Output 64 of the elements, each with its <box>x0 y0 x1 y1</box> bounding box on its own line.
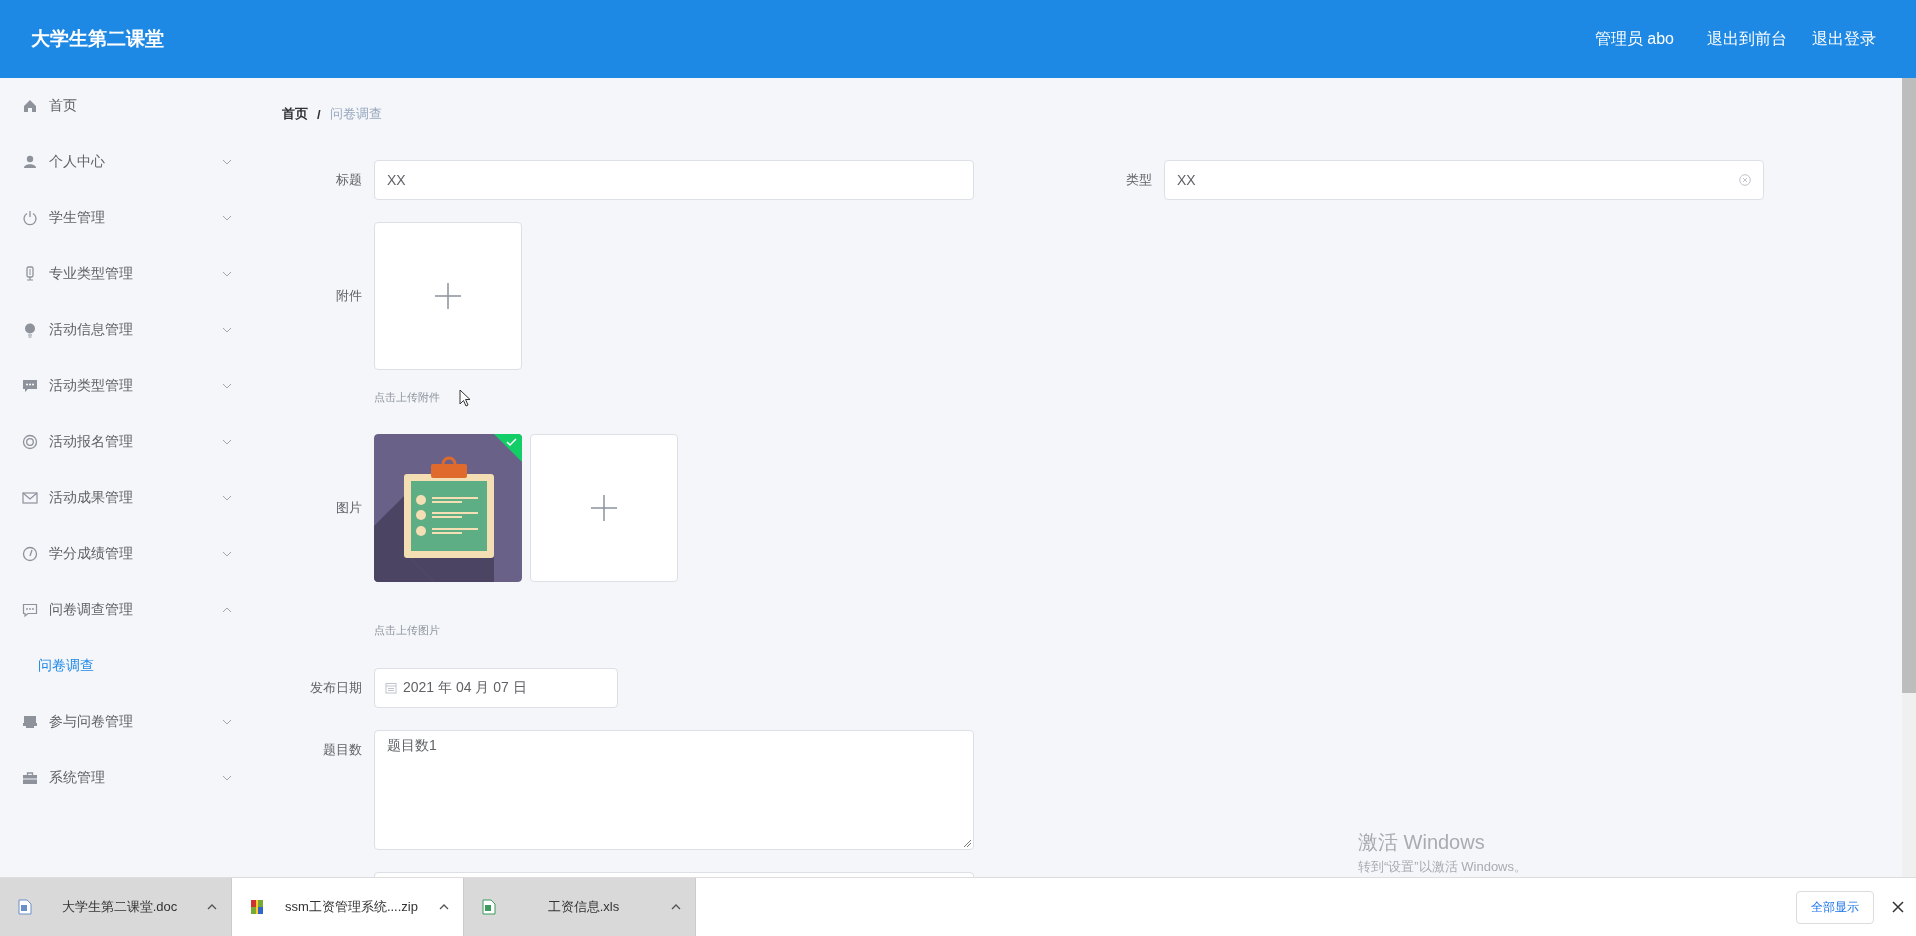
download-item[interactable]: 工资信息.xls <box>464 878 696 936</box>
briefcase-icon <box>22 770 38 786</box>
select-field[interactable]: XX <box>1164 160 1764 200</box>
upload-area[interactable] <box>530 434 678 582</box>
date-field[interactable]: 2021 年 04 月 07 日 <box>374 668 618 708</box>
upload-area[interactable] <box>374 222 522 370</box>
menu-item[interactable]: 活动类型管理 <box>0 358 270 414</box>
header-link[interactable]: 退出登录 <box>1812 28 1876 50</box>
upload-hint: 点击上传附件 <box>374 390 440 404</box>
field-label: 题目数 <box>323 741 362 759</box>
power-icon <box>22 210 38 226</box>
chevron-icon <box>439 904 449 910</box>
menu-item[interactable]: 活动成果管理 <box>0 470 270 526</box>
field-label: 附件 <box>336 287 362 305</box>
cursor-icon <box>459 389 471 407</box>
activation-subtitle: 转到“设置”以激活 Windows。 <box>1358 858 1527 876</box>
plus-icon <box>435 283 461 309</box>
chat-icon <box>22 602 38 618</box>
chat-icon <box>22 378 38 394</box>
chevron-icon <box>207 904 217 910</box>
activation-title: 激活 Windows <box>1358 830 1486 855</box>
text-area[interactable]: 题目数1 <box>374 730 974 850</box>
breadcrumb-current: 问卷调查 <box>329 105 382 123</box>
download-item[interactable]: 大学生第二课堂.doc <box>0 878 232 936</box>
header-link[interactable]: 退出到前台 <box>1707 28 1787 50</box>
calendar-icon <box>385 682 397 694</box>
menu-item[interactable]: 问卷调查管理 <box>0 582 270 638</box>
menu-item[interactable]: 活动报名管理 <box>0 414 270 470</box>
upload-hint: 点击上传图片 <box>374 623 440 637</box>
field-label: 类型 <box>1126 171 1152 189</box>
breadcrumb-separator: / <box>317 106 321 122</box>
close-icon[interactable] <box>1892 901 1904 913</box>
show-all-button[interactable]: 全部显示 <box>1796 890 1874 924</box>
field-label: 图片 <box>336 499 362 517</box>
field-label: 发布日期 <box>310 679 362 697</box>
resize-grip-icon <box>963 839 971 847</box>
clear-icon <box>1739 174 1751 186</box>
lifebuoy-icon <box>22 434 38 450</box>
submenu-item[interactable]: 问卷调查 <box>0 638 270 694</box>
text-field[interactable]: XX <box>374 160 974 200</box>
user-icon <box>22 154 38 170</box>
mail-icon <box>22 490 38 506</box>
breadcrumb-link[interactable]: 首页 <box>282 105 308 123</box>
document-icon <box>18 899 32 915</box>
printer-icon <box>22 714 38 730</box>
menu-item[interactable]: 学分成绩管理 <box>0 526 270 582</box>
plus-icon <box>591 495 617 521</box>
nav-link[interactable]: 首页 <box>0 78 270 134</box>
bulb-icon <box>22 322 38 338</box>
menu-item[interactable]: 专业类型管理 <box>0 246 270 302</box>
app-title: 大学生第二课堂 <box>31 27 165 51</box>
scrollbar-thumb[interactable] <box>1902 78 1916 693</box>
chevron-icon <box>671 904 681 910</box>
menu-item[interactable]: 参与问卷管理 <box>0 694 270 750</box>
menu-item[interactable]: 活动信息管理 <box>0 302 270 358</box>
field-label: 标题 <box>336 171 362 189</box>
menu-item[interactable]: 系统管理 <box>0 750 270 806</box>
home-icon <box>22 98 38 114</box>
gauge-icon <box>22 546 38 562</box>
menu-item[interactable]: 学生管理 <box>0 190 270 246</box>
user-name: 管理员 abo <box>1594 28 1674 49</box>
spreadsheet-icon <box>482 899 496 915</box>
archive-icon <box>250 899 264 915</box>
menu-item[interactable]: 个人中心 <box>0 134 270 190</box>
